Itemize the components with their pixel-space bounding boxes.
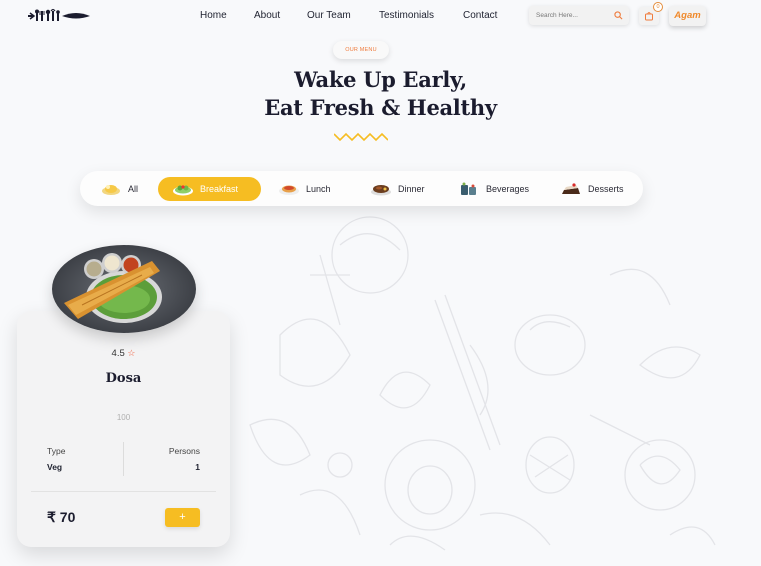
dosa-plate-illustration (52, 245, 196, 333)
star-icon: ☆ (127, 348, 136, 358)
type-value: Veg (47, 462, 63, 472)
dinner-icon (371, 185, 391, 196)
logo-icon[interactable] (28, 8, 92, 24)
user-name-button[interactable]: Agam (669, 6, 706, 26)
lunch-icon (279, 185, 299, 195)
vegetable-doodles-background (249, 216, 716, 551)
zigzag-divider-icon (334, 132, 388, 142)
all-food-icon (102, 185, 120, 195)
breakfast-icon (173, 185, 193, 196)
add-to-cart-button[interactable]: + (165, 508, 200, 527)
price: ₹ 70 (47, 509, 76, 525)
section-tag: OUR MENU (333, 41, 389, 59)
tab-beverages[interactable]: Beverages (458, 177, 529, 201)
site-header: Home About Our Team Testimonials Contact… (0, 0, 761, 36)
search-input[interactable] (536, 9, 612, 22)
nav-our-team[interactable]: Our Team (307, 10, 351, 21)
tab-dinner-label: Dinner (398, 184, 425, 194)
title-line-2: Eat Fresh & Healthy (264, 95, 497, 120)
nav-about[interactable]: About (254, 10, 280, 21)
dish-image (52, 245, 196, 333)
type-label: Type (47, 446, 66, 456)
tab-all-label: All (128, 184, 139, 194)
nav-testimonials[interactable]: Testimonials (379, 10, 434, 21)
tab-breakfast[interactable]: Breakfast (158, 177, 261, 201)
menu-category-tabs: All Breakfast Lunch Dinner Beverages Des… (80, 171, 643, 206)
meta-divider (123, 442, 124, 476)
tab-desserts-label: Desserts (588, 184, 624, 194)
desserts-icon (562, 183, 580, 194)
shopping-bag-icon (645, 12, 653, 21)
dish-name: Dosa (105, 371, 142, 386)
tab-lunch-label: Lunch (306, 184, 331, 194)
search-box (529, 6, 629, 25)
search-icon[interactable] (614, 11, 623, 20)
menu-item-card: 4.5 ☆ Dosa 100 Type Veg Persons 1 ₹ 70 + (17, 311, 230, 547)
title-line-1: Wake Up Early, (294, 67, 467, 92)
persons-value: 1 (195, 462, 200, 472)
calories-value: 100 (116, 413, 131, 422)
tab-lunch[interactable]: Lunch (278, 177, 331, 201)
cart-button[interactable]: 0 (639, 2, 663, 25)
nav-home[interactable]: Home (200, 10, 227, 21)
tab-dinner[interactable]: Dinner (370, 177, 425, 201)
page-title: Wake Up Early, Eat Fresh & Healthy (200, 66, 561, 122)
cart-count-badge: 0 (653, 2, 663, 12)
beverages-icon (461, 182, 476, 195)
tab-desserts[interactable]: Desserts (560, 177, 624, 201)
tab-breakfast-label: Breakfast (200, 184, 239, 194)
card-divider (31, 491, 216, 492)
persons-label: Persons (168, 446, 200, 456)
tab-beverages-label: Beverages (486, 184, 530, 194)
tab-all[interactable]: All (100, 177, 138, 201)
rating-value: 4.5 (111, 348, 125, 359)
rating: 4.5 ☆ (17, 348, 230, 359)
nav-contact[interactable]: Contact (463, 10, 497, 21)
